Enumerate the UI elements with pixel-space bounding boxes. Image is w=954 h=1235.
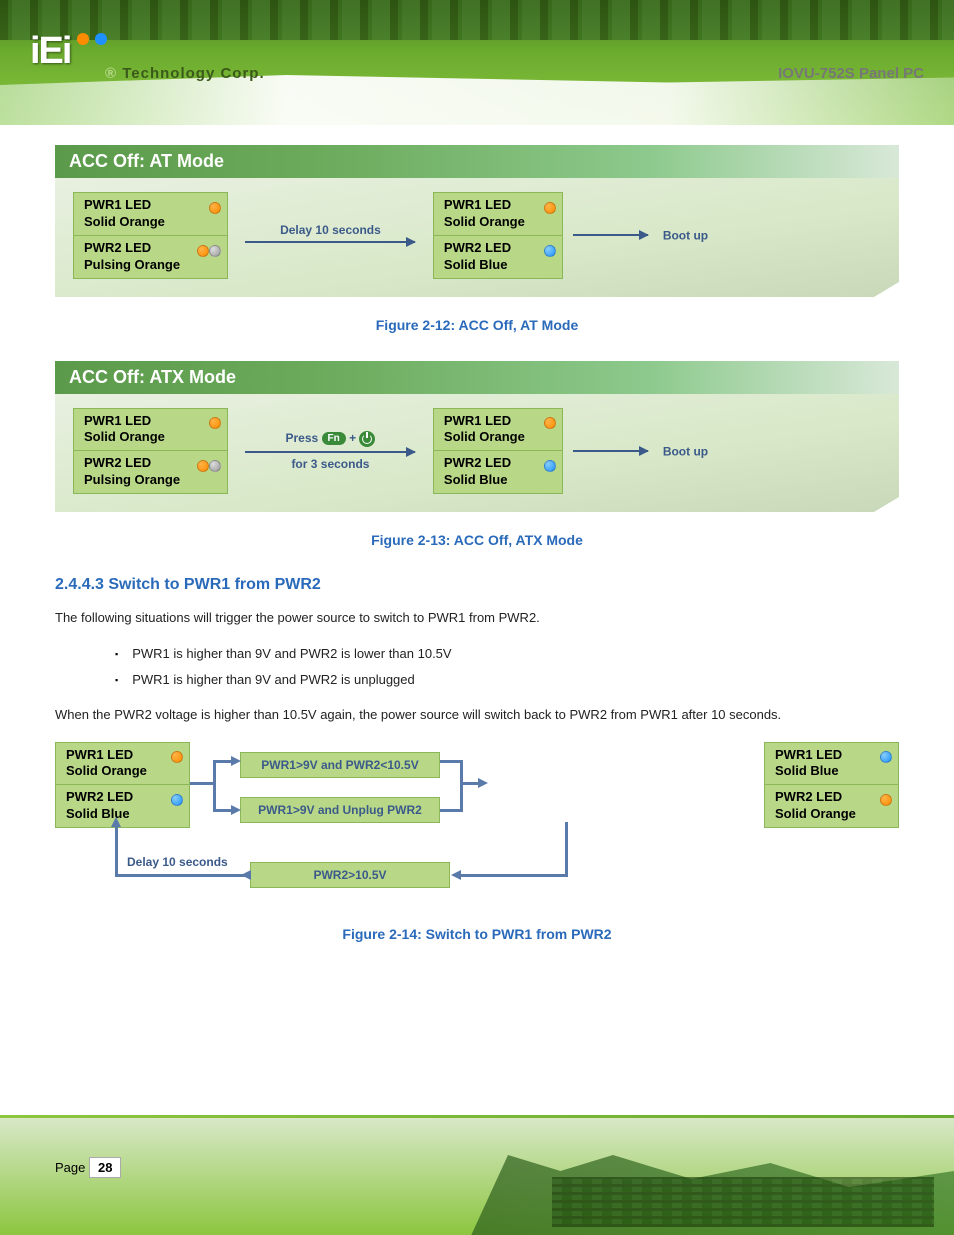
led-blue-icon: [544, 460, 556, 472]
caption-atx: Figure 2-13: ACC Off, ATX Mode: [55, 532, 899, 548]
led-orange-icon: [209, 202, 221, 214]
switch-bullets: PWR1 is higher than 9V and PWR2 is lower…: [115, 641, 899, 693]
registered-mark: ®: [105, 65, 117, 82]
diagram-switch: PWR1 LED Solid Orange PWR2 LED Solid Blu…: [55, 742, 899, 912]
led-blue-icon: [544, 245, 556, 257]
led-orange-icon: [544, 202, 556, 214]
sw-right-pwr1: PWR1 LED Solid Blue: [764, 742, 899, 786]
diagram-at-title: ACC Off: AT Mode: [69, 151, 224, 171]
sw-left-pwr2: PWR2 LED Solid Blue: [55, 785, 190, 828]
led-orange-icon: [197, 245, 209, 257]
atx-left-pwr2: PWR2 LED Pulsing Orange: [73, 451, 228, 494]
power-key-icon: [359, 431, 375, 447]
logo: iEi: [30, 30, 107, 73]
diagram-atx-title: ACC Off: ATX Mode: [69, 367, 236, 387]
led-orange-icon: [197, 460, 209, 472]
doc-title: IOVU-752S Panel PC: [778, 65, 924, 82]
diagram-atx-mode: ACC Off: ATX Mode PWR1 LED Solid Orange …: [55, 361, 899, 513]
atx-right-pwr1: PWR1 LED Solid Orange: [433, 408, 563, 452]
led-off-icon: [209, 245, 221, 257]
at-right-pwr1: PWR1 LED Solid Orange: [433, 192, 563, 236]
at-arrow-label: Delay 10 seconds: [240, 223, 420, 237]
led-orange-icon: [544, 417, 556, 429]
page-number: 28: [89, 1157, 121, 1178]
led-orange-icon: [209, 417, 221, 429]
logo-dot-orange: [77, 33, 89, 45]
sw-right-pwr2: PWR2 LED Solid Orange: [764, 785, 899, 828]
logo-text: iEi: [30, 30, 70, 73]
led-off-icon: [209, 460, 221, 472]
page-label: Page 28: [55, 1160, 121, 1175]
cond-box-2: PWR1>9V and Unplug PWR2: [240, 797, 440, 823]
switch-para2: When the PWR2 voltage is higher than 10.…: [55, 703, 899, 728]
back-cond-box: PWR2>10.5V: [250, 862, 450, 888]
atx-press-label: Press Fn +: [240, 431, 420, 447]
led-orange-icon: [880, 794, 892, 806]
fn-key-icon: Fn: [322, 432, 346, 445]
cond-box-1: PWR1>9V and PWR2<10.5V: [240, 752, 440, 778]
at-left-pwr1: PWR1 LED Solid Orange: [73, 192, 228, 236]
logo-dot-blue: [95, 33, 107, 45]
led-orange-icon: [171, 751, 183, 763]
at-right-pwr2: PWR2 LED Solid Blue: [433, 236, 563, 279]
caption-switch: Figure 2-14: Switch to PWR1 from PWR2: [55, 926, 899, 942]
caption-at: Figure 2-12: ACC Off, AT Mode: [55, 317, 899, 333]
diagram-at-mode: ACC Off: AT Mode PWR1 LED Solid Orange P…: [55, 145, 899, 297]
bullet-2: PWR1 is higher than 9V and PWR2 is unplu…: [115, 667, 899, 693]
page-header: iEi ® Technology Corp. IOVU-752S Panel P…: [0, 0, 954, 125]
atx-left-pwr1: PWR1 LED Solid Orange: [73, 408, 228, 452]
section-heading-switch: 2.4.4.3 Switch to PWR1 from PWR2: [55, 576, 899, 594]
page-footer: Page 28: [0, 1115, 954, 1235]
led-blue-icon: [880, 751, 892, 763]
led-blue-icon: [171, 794, 183, 806]
bullet-1: PWR1 is higher than 9V and PWR2 is lower…: [115, 641, 899, 667]
atx-right-pwr2: PWR2 LED Solid Blue: [433, 451, 563, 494]
atx-for3: for 3 seconds: [240, 457, 420, 471]
at-left-pwr2: PWR2 LED Pulsing Orange: [73, 236, 228, 279]
at-bootup: Boot up: [663, 228, 708, 242]
tagline: ® Technology Corp.: [105, 65, 265, 82]
sw-left-pwr1: PWR1 LED Solid Orange: [55, 742, 190, 786]
atx-bootup: Boot up: [663, 444, 708, 458]
tagline-text: Technology Corp.: [122, 65, 264, 82]
switch-para1: The following situations will trigger th…: [55, 606, 899, 631]
delay-label: Delay 10 seconds: [127, 855, 228, 869]
